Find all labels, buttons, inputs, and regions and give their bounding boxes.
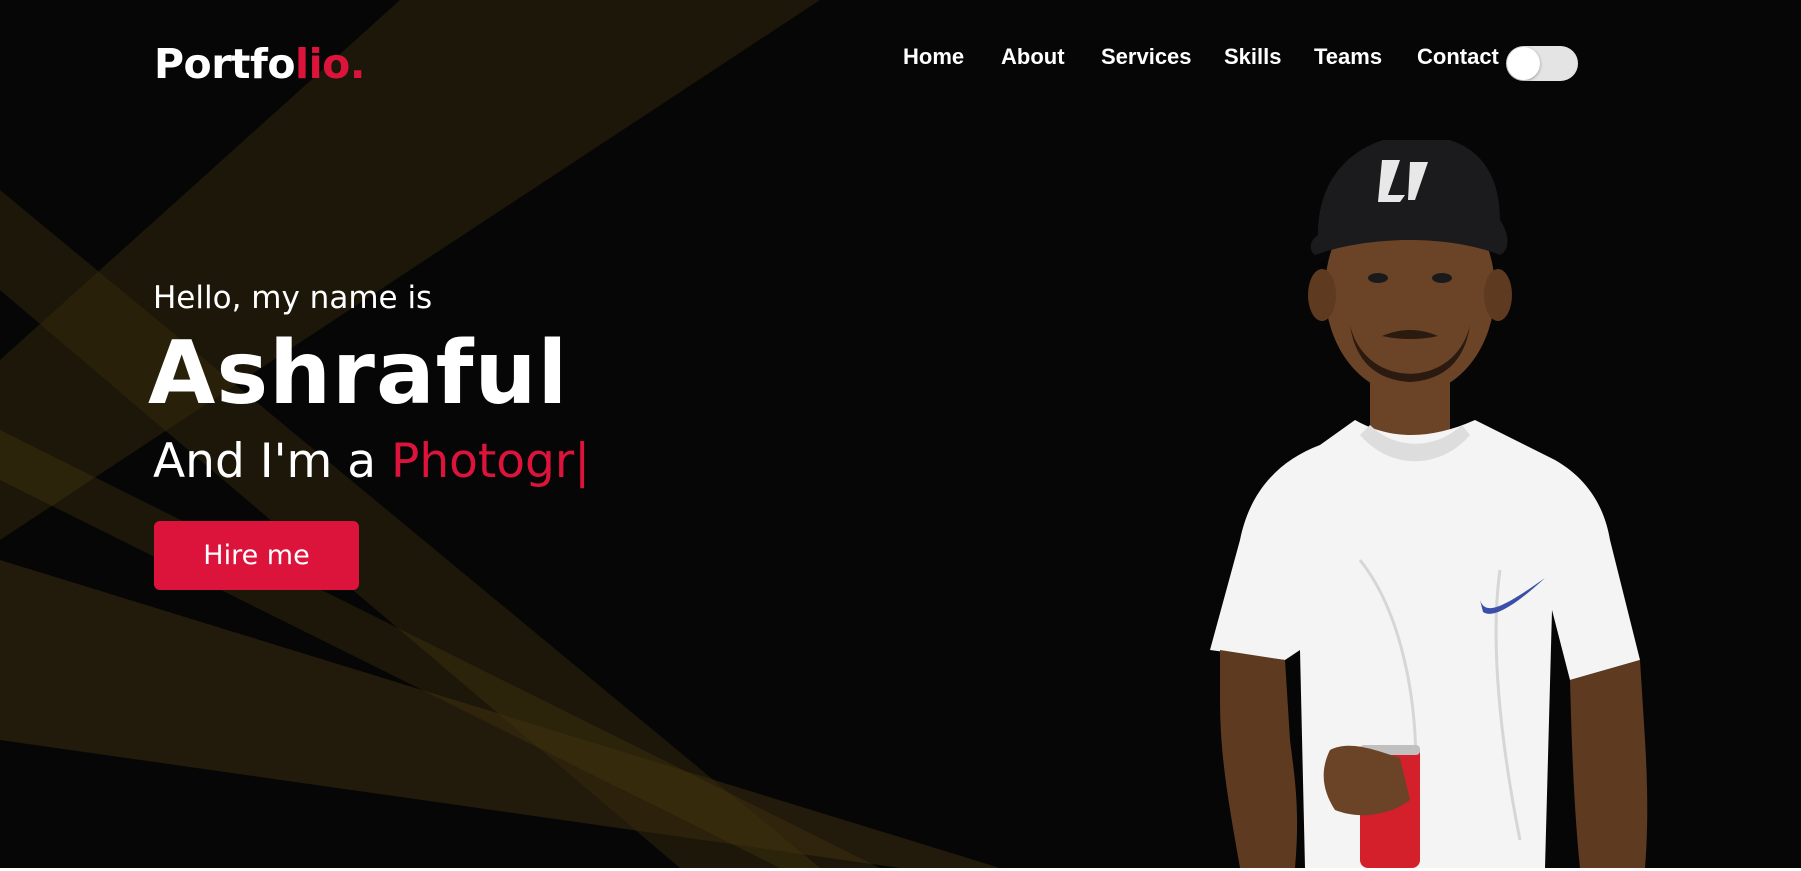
nav-home[interactable]: Home (903, 43, 964, 71)
portrait-photo (1210, 140, 1648, 868)
nav-skills[interactable]: Skills (1224, 43, 1281, 71)
role-typed-text: Photogr (390, 434, 575, 489)
hero-section: Portfolio. Home About Services Skills Te… (0, 0, 1801, 868)
hero-name: Ashraful (148, 322, 569, 424)
typing-cursor: | (574, 434, 591, 489)
nav-teams[interactable]: Teams (1314, 43, 1382, 71)
hero-role-line: And I'm a Photogr| (153, 432, 590, 492)
theme-toggle-switch[interactable] (1506, 46, 1578, 81)
toggle-knob-icon (1507, 47, 1540, 80)
nav-services[interactable]: Services (1101, 43, 1192, 71)
hero-greeting: Hello, my name is (153, 280, 433, 316)
hire-me-button[interactable]: Hire me (154, 521, 359, 590)
nav-contact[interactable]: Contact (1417, 43, 1499, 71)
nav-about[interactable]: About (1001, 43, 1065, 71)
role-prefix: And I'm a (153, 434, 377, 489)
